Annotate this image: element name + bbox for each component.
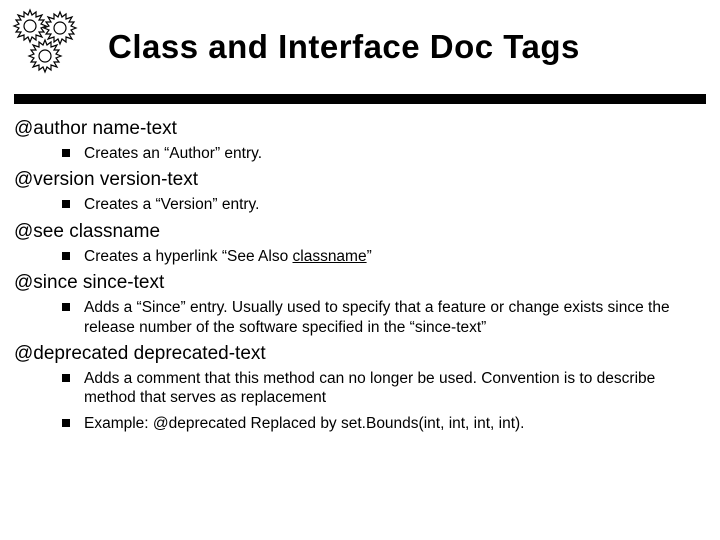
bullet-text: Creates a “Version” entry. (84, 195, 259, 214)
bullet-icon (62, 303, 70, 311)
bullet-text: Adds a “Since” entry. Usually used to sp… (84, 298, 706, 337)
text-prefix: Creates a hyperlink “See Also (84, 248, 293, 265)
list-item: Adds a comment that this method can no l… (62, 369, 706, 408)
bullet-text: Example: @deprecated Replaced by set.Bou… (84, 414, 525, 433)
tag-heading: @see classname (14, 221, 706, 243)
bullet-icon (62, 419, 70, 427)
list-item: Creates a hyperlink “See Also classname” (62, 247, 706, 266)
list-item: Example: @deprecated Replaced by set.Bou… (62, 414, 706, 433)
header: Class and Interface Doc Tags (0, 0, 720, 86)
bullet-icon (62, 200, 70, 208)
bullet-text: Creates a hyperlink “See Also classname” (84, 247, 372, 266)
gears-icon (12, 8, 90, 86)
list-item: Creates an “Author” entry. (62, 144, 706, 163)
bullet-icon (62, 252, 70, 260)
tag-heading: @author name-text (14, 118, 706, 140)
list-item: Creates a “Version” entry. (62, 195, 706, 214)
page-title: Class and Interface Doc Tags (108, 28, 580, 66)
bullet-text: Creates an “Author” entry. (84, 144, 262, 163)
content: @author name-text Creates an “Author” en… (14, 116, 706, 439)
bullet-icon (62, 149, 70, 157)
text-underlined: classname (293, 248, 367, 265)
text-suffix: ” (367, 248, 372, 265)
divider-bar (14, 94, 706, 104)
tag-heading: @since since-text (14, 272, 706, 294)
bullet-icon (62, 374, 70, 382)
bullet-text: Adds a comment that this method can no l… (84, 369, 706, 408)
tag-heading: @deprecated deprecated-text (14, 343, 706, 365)
tag-heading: @version version-text (14, 169, 706, 191)
list-item: Adds a “Since” entry. Usually used to sp… (62, 298, 706, 337)
